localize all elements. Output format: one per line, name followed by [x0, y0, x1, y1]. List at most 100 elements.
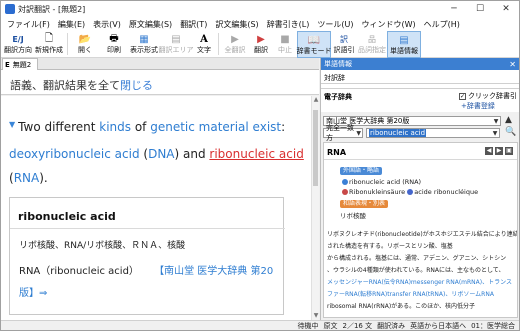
text-run: Two different — [18, 120, 100, 134]
word-ribonucleic-acid[interactable]: ribonucleic acid — [209, 147, 303, 161]
folder-icon: 📂 — [78, 33, 92, 45]
translation-area-icon: ▤ — [171, 33, 181, 45]
toolbar-label: 文字 — [197, 46, 211, 54]
sentence-line-3: (RNA). — [9, 171, 48, 185]
word-deoxyribonucleic-acid[interactable]: deoxyribonucleic acid — [9, 147, 140, 161]
menu-window[interactable]: ウィンドウ(W) — [357, 19, 419, 30]
dictionary-mode-button[interactable]: 📖 辞書モード — [297, 31, 332, 58]
word-lookup-button[interactable]: 訳 訳語引 — [331, 31, 357, 58]
new-document-icon: 🗋 — [44, 32, 54, 44]
search-icon[interactable]: 🔍 — [505, 127, 516, 137]
status-position: 2／16 文 — [342, 322, 373, 330]
panel-title: 単語情報 — [324, 60, 352, 68]
next-entry-icon[interactable]: ▶ — [495, 147, 503, 155]
translation-direction-button[interactable]: E/J 翻訳方向 — [3, 31, 33, 58]
popup-headword: ribonucleic acid — [18, 210, 116, 223]
click-lookup-checkbox[interactable]: ✓ クリック辞書引 — [459, 91, 517, 101]
menu-dictionary[interactable]: 辞書引き(L) — [263, 19, 314, 30]
sentence-marker-icon: ▼ — [9, 120, 16, 129]
entry-term: ribonucleic acid (RNA) — [349, 178, 422, 186]
status-source: 原文 — [323, 322, 338, 330]
lookup-query-value: ribonucleic acid — [369, 129, 427, 137]
entry-body-line: ribosomal RNA(rRNA)がある。このほか、核内低分子 — [327, 303, 476, 310]
entry-headword: RNA — [327, 148, 347, 157]
menu-help[interactable]: ヘルプ(H) — [420, 19, 464, 30]
entry-line: ribonucleic acid (RNA) — [342, 178, 421, 186]
menu-translation-edit[interactable]: 訳文編集(S) — [211, 19, 262, 30]
tab-letter: E — [5, 60, 10, 69]
maximize-button[interactable]: ☐ — [467, 1, 493, 17]
dictionary-register-label: 辞書登録 — [466, 102, 495, 110]
badge-japanese-term: 和語表現・別表 — [340, 200, 389, 208]
word-genetic-material[interactable]: genetic material exist — [150, 120, 281, 134]
minimize-button[interactable]: ─ — [441, 1, 467, 17]
popup-translations: リボ核酸、RNA/リボ核酸、ＲＮＡ、核酸 — [19, 241, 186, 251]
tab-document[interactable]: E 無題2 — [2, 58, 38, 70]
document-tabs: E 無題2 — [1, 58, 319, 70]
popup-definition: RNA（ribonucleic acid） 【南山堂 医学大辞典 第20 — [19, 262, 273, 277]
popup-term: RNA（ribonucleic acid） — [19, 266, 139, 277]
part-of-speech-icon: 品 — [368, 34, 376, 44]
part-of-speech-button[interactable]: 品 品詞指定 — [357, 31, 387, 58]
print-button[interactable]: 🖶 印刷 — [100, 31, 128, 58]
scroll-down-icon[interactable]: ▼ — [312, 312, 320, 320]
display-format-button[interactable]: ▦ 表示形式 — [128, 31, 160, 58]
german-flag-icon — [342, 189, 348, 195]
stop-button[interactable]: ■ 中止 — [273, 31, 297, 58]
menu-edit[interactable]: 編集(E) — [54, 19, 89, 30]
font-button[interactable]: A 文字 — [192, 31, 216, 58]
toolbar-label: 表示形式 — [130, 46, 158, 54]
close-link[interactable]: 閉じる — [120, 79, 153, 92]
toolbar-separator — [67, 33, 68, 55]
menu-translate[interactable]: 翻訳(T) — [176, 19, 211, 30]
source-message: 語義、翻訳結果を全て — [10, 79, 120, 92]
toolbar-label: 翻訳 — [254, 46, 268, 54]
chevron-down-icon: ▼ — [493, 117, 499, 125]
word-dna[interactable]: DNA — [148, 147, 174, 161]
expand-entry-icon[interactable]: ▣ — [505, 147, 513, 155]
word-kinds[interactable]: kinds — [99, 120, 131, 134]
text-run: of — [131, 120, 151, 134]
scroll-thumb[interactable] — [313, 110, 318, 186]
dictionary-register-link[interactable]: +辞書登録 — [461, 101, 495, 111]
font-icon: A — [200, 33, 208, 45]
word-lookup-icon: 訳 — [340, 34, 348, 44]
menu-view[interactable]: 表示(V) — [89, 19, 125, 30]
lookup-query-input[interactable]: ribonucleic acid ▼ — [366, 128, 500, 138]
source-text: 語義、翻訳結果を全て閉じる — [10, 77, 153, 93]
printer-icon: 🖶 — [109, 32, 119, 44]
translate-all-icon: ▶ — [231, 33, 239, 45]
word-info-button[interactable]: ▤ 単語情報 — [387, 31, 421, 58]
panel-close-icon[interactable]: ✕ — [509, 60, 516, 69]
popup-source-link[interactable]: 【南山堂 医学大辞典 第20 — [154, 266, 273, 277]
new-button[interactable]: 🗋 新規作成 — [33, 31, 65, 58]
entry-body-line: 、ウラシルの4種類が使われている。RNAには、主なものとして、 — [327, 267, 505, 274]
dictionary-nav-icon[interactable]: ▲ — [505, 115, 512, 125]
click-lookup-label: クリック辞書引 — [468, 92, 517, 100]
vertical-scrollbar[interactable]: ▲ ▼ — [311, 96, 319, 320]
translate-all-button[interactable]: ▶ 全翻訳 — [221, 31, 249, 58]
menu-file[interactable]: ファイル(F) — [3, 19, 54, 30]
menu-tools[interactable]: ツール(U) — [313, 19, 357, 30]
entry-line: Ribonukleinsäure acide ribonucléique — [342, 188, 478, 196]
translate-button[interactable]: ▶ 翻訳 — [249, 31, 273, 58]
scroll-up-icon[interactable]: ▲ — [312, 96, 320, 104]
text-run: ( — [139, 147, 149, 161]
prev-entry-icon[interactable]: ◀ — [485, 147, 493, 155]
toolbar-label: 中止 — [278, 46, 292, 54]
open-button[interactable]: 📂 開く — [70, 31, 100, 58]
checkbox-checked-icon: ✓ — [459, 92, 466, 100]
word-rna[interactable]: RNA — [14, 171, 40, 185]
app-window: 対訳翻訳 - [無題2] ─ ☐ ✕ ファイル(F) 編集(E) 表示(V) 原… — [0, 0, 520, 331]
entry-nav: ◀ ▶ ▣ — [485, 147, 513, 155]
status-dictionary: 01：医学総合 — [471, 322, 515, 330]
match-mode-select[interactable]: 完全一致方 ▼ — [323, 124, 363, 142]
toolbar-label: 単語情報 — [390, 47, 418, 55]
close-button[interactable]: ✕ — [493, 1, 519, 17]
translation-area-button[interactable]: ▤ 翻訳エリア — [159, 31, 194, 58]
menu-bar: ファイル(F) 編集(E) 表示(V) 原文編集(S) 翻訳(T) 訳文編集(S… — [1, 17, 519, 31]
entry-body-line: された構造を有する。リボースとリン酸、塩基 — [327, 243, 453, 250]
match-mode-value: 完全一致方 — [326, 124, 354, 142]
menu-source-edit[interactable]: 原文編集(S) — [125, 19, 176, 30]
popup-source-link-cont[interactable]: 版】⇒ — [19, 284, 47, 299]
